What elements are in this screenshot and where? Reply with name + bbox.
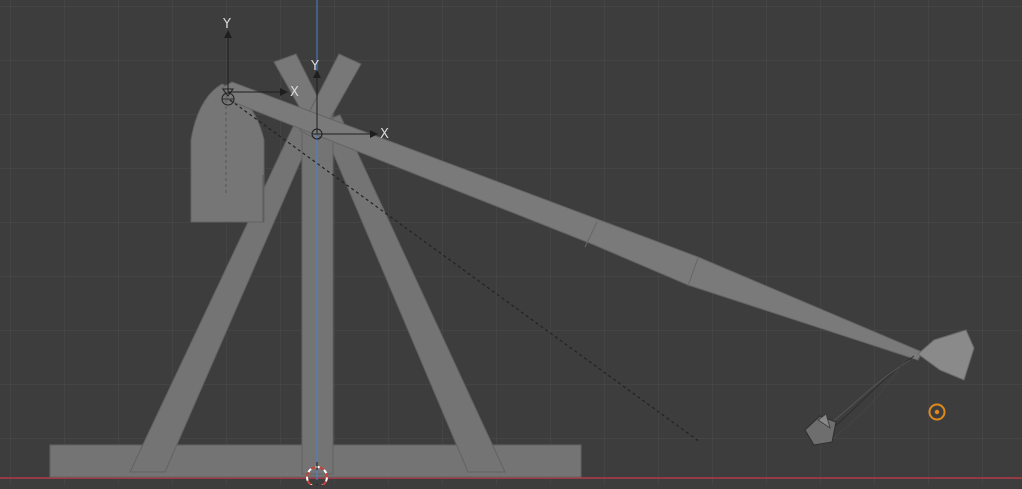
arm-gizmo-y-label: Y: [310, 59, 319, 74]
arm-gizmo-x-label: X: [380, 127, 389, 142]
counterweight-gizmo-y-label: Y: [222, 17, 231, 32]
viewport-grid: [0, 0, 1022, 485]
counterweight-gizmo-x-label: X: [290, 85, 299, 100]
3d-viewport[interactable]: Y X Y X: [0, 0, 1022, 488]
